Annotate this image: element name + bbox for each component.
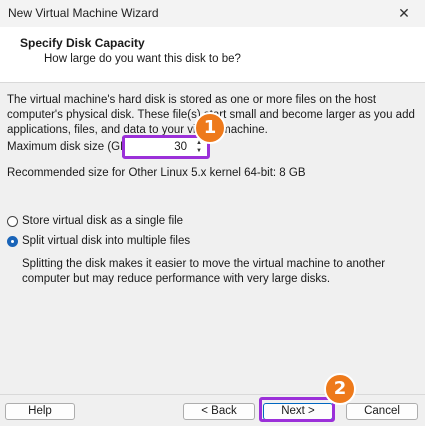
- option-split-files[interactable]: Split virtual disk into multiple files: [7, 235, 190, 247]
- back-button[interactable]: < Back: [183, 403, 255, 420]
- split-note-text: Splitting the disk makes it easier to mo…: [22, 258, 386, 285]
- max-disk-size-label: Maximum disk size (GB):: [7, 141, 135, 153]
- help-button[interactable]: Help: [5, 403, 75, 420]
- page-title: Specify Disk Capacity: [20, 36, 145, 50]
- button-bar: Help < Back Next > Cancel: [0, 394, 425, 426]
- recommended-size-text: Recommended size for Other Linux 5.x ker…: [7, 167, 306, 179]
- highlight-disk-size: [122, 135, 210, 159]
- wizard-header: Specify Disk Capacity How large do you w…: [0, 27, 425, 83]
- cancel-button[interactable]: Cancel: [346, 403, 418, 420]
- highlight-next-button: [259, 397, 335, 422]
- step-badge-1: 1: [194, 112, 226, 144]
- step-badge-2: 2: [324, 373, 356, 405]
- option-split-files-label[interactable]: Split virtual disk into multiple files: [22, 235, 190, 247]
- radio-single-file[interactable]: [7, 215, 18, 227]
- option-single-file[interactable]: Store virtual disk as a single file: [7, 215, 183, 227]
- radio-split-files[interactable]: [7, 235, 18, 247]
- title-bar: New Virtual Machine Wizard ✕: [0, 0, 425, 27]
- window-title: New Virtual Machine Wizard: [8, 6, 159, 20]
- option-single-file-label[interactable]: Store virtual disk as a single file: [22, 215, 183, 227]
- close-icon[interactable]: ✕: [392, 2, 416, 24]
- page-subtitle: How large do you want this disk to be?: [44, 53, 241, 65]
